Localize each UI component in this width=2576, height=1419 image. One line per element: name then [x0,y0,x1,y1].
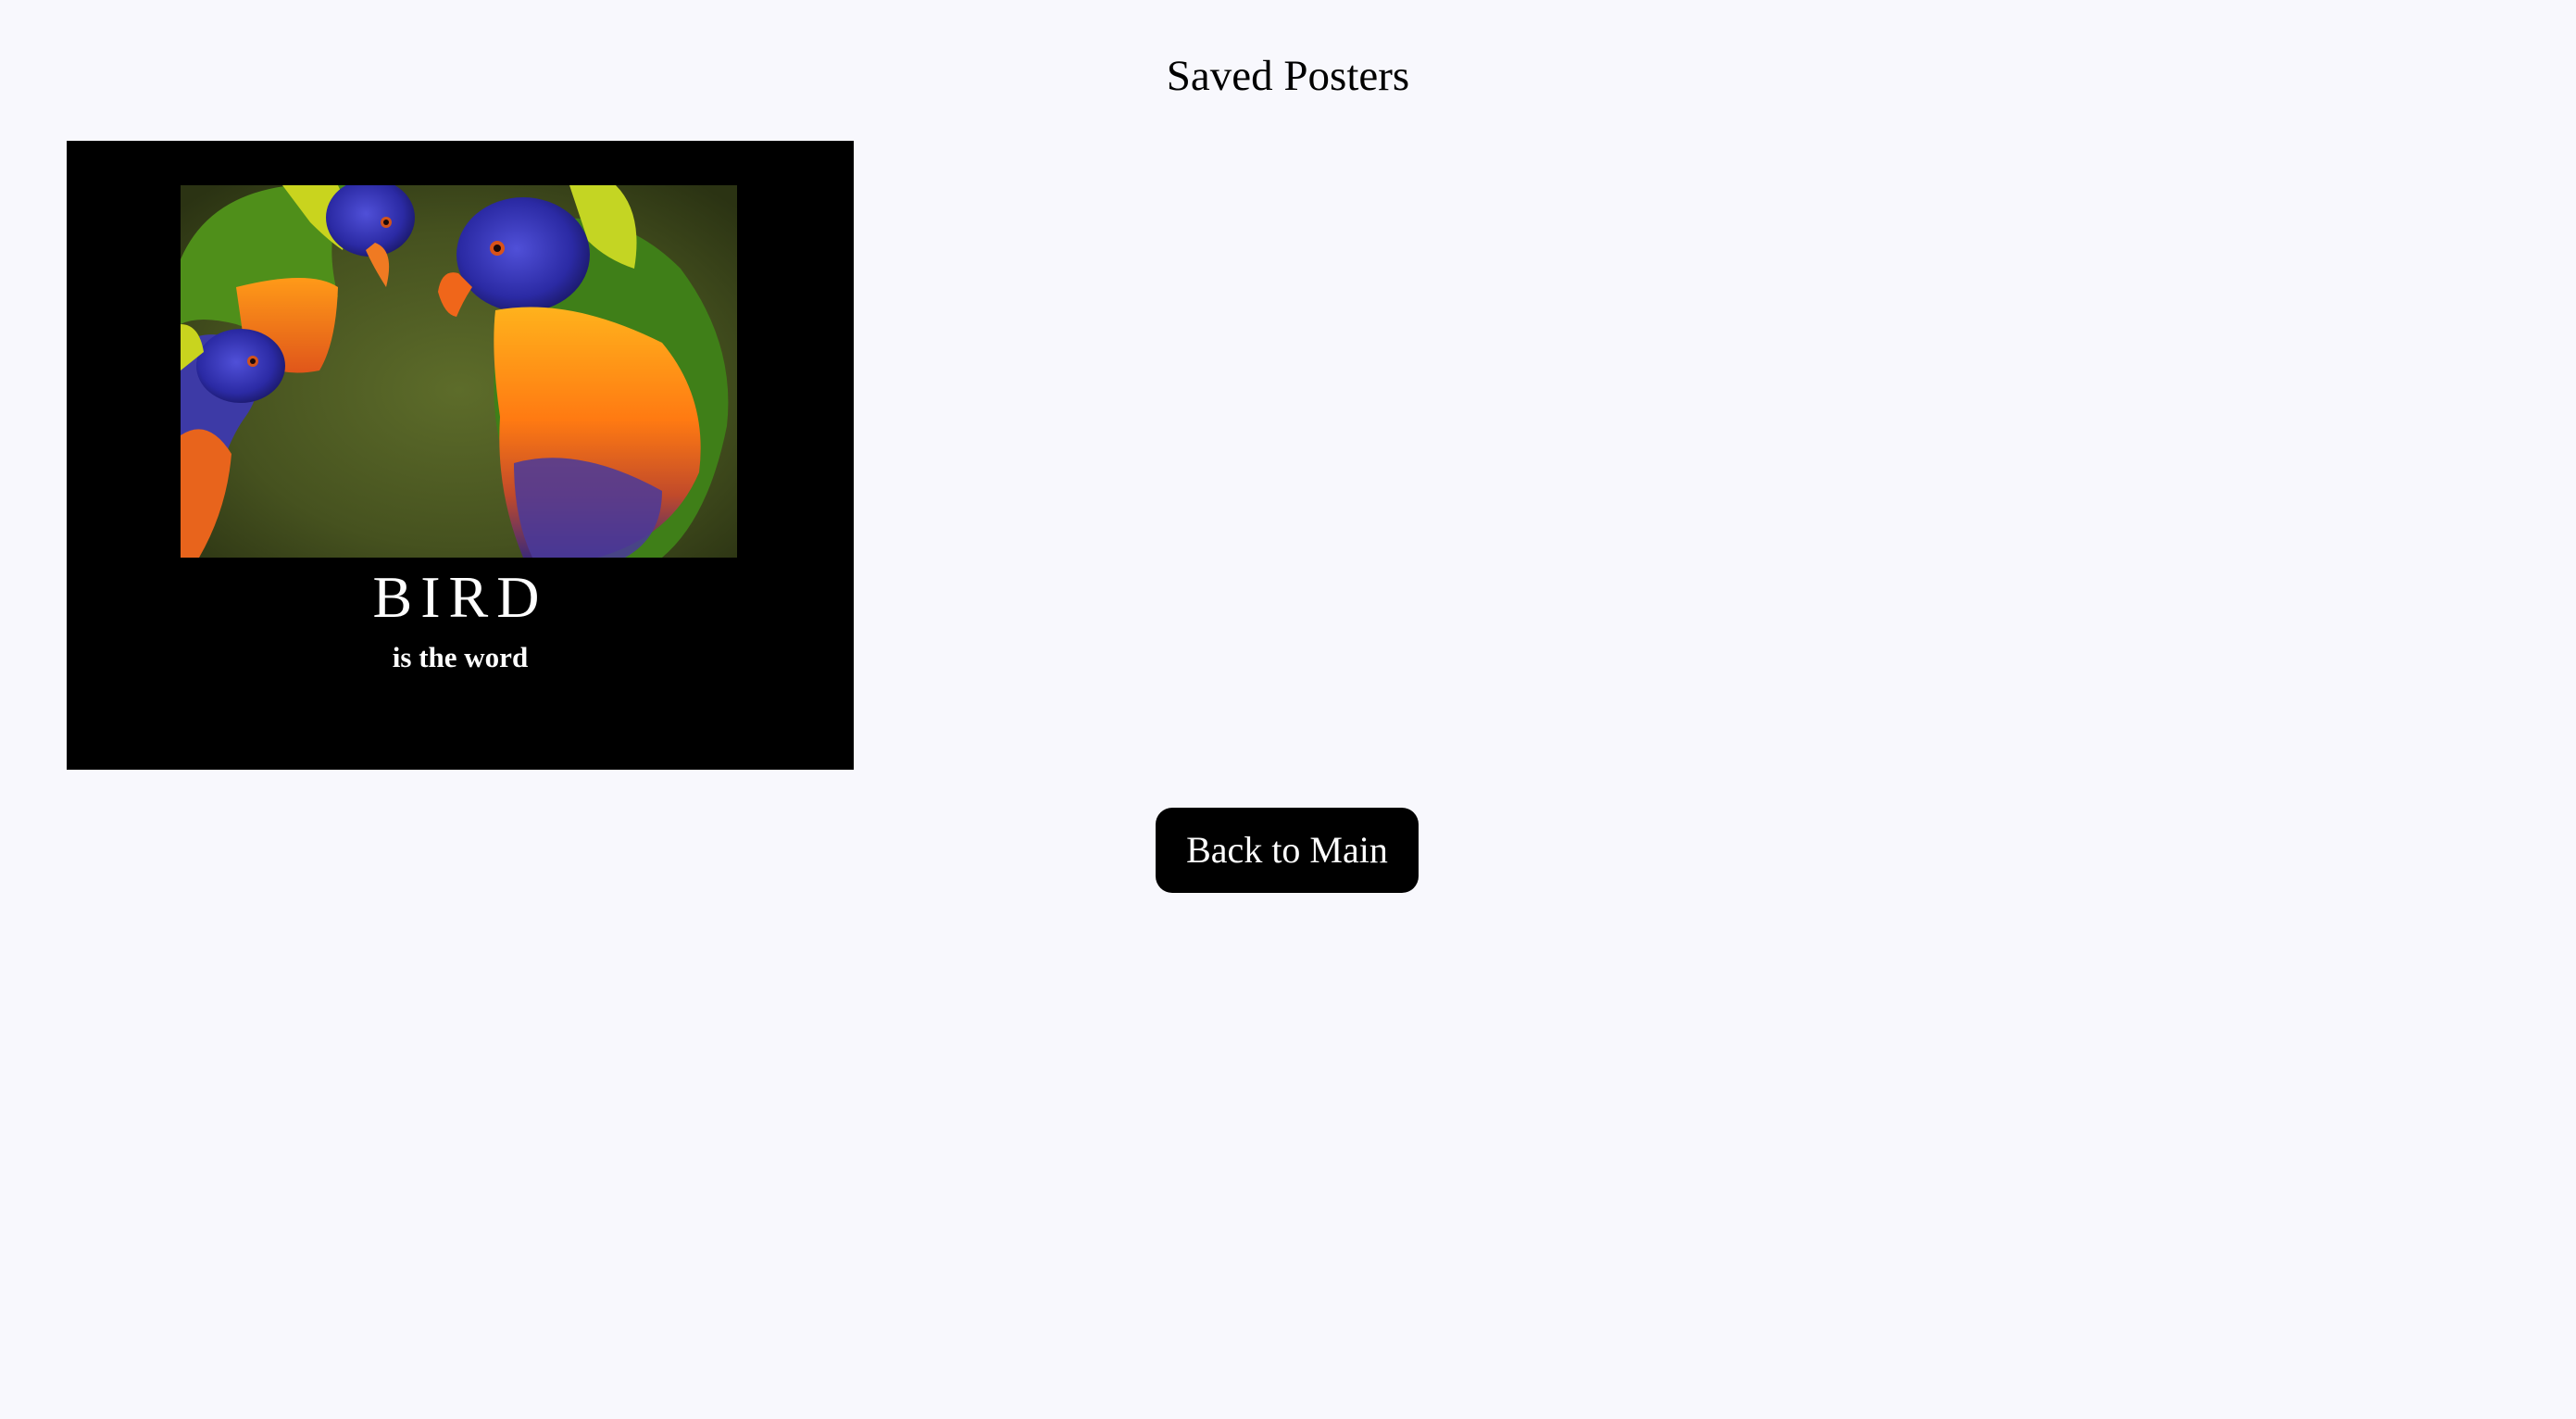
page-title: Saved Posters [1166,52,1410,100]
poster-image [181,185,737,558]
poster-title: BIRD [372,564,548,630]
poster-quote: is the word [392,641,529,673]
saved-posters-grid: BIRD is the word [67,141,854,770]
saved-posters-page: Saved Posters BIRD is the word Back to M… [0,0,2576,1419]
mini-poster[interactable]: BIRD is the word [67,141,854,770]
back-to-main-button[interactable]: Back to Main [1156,808,1419,893]
